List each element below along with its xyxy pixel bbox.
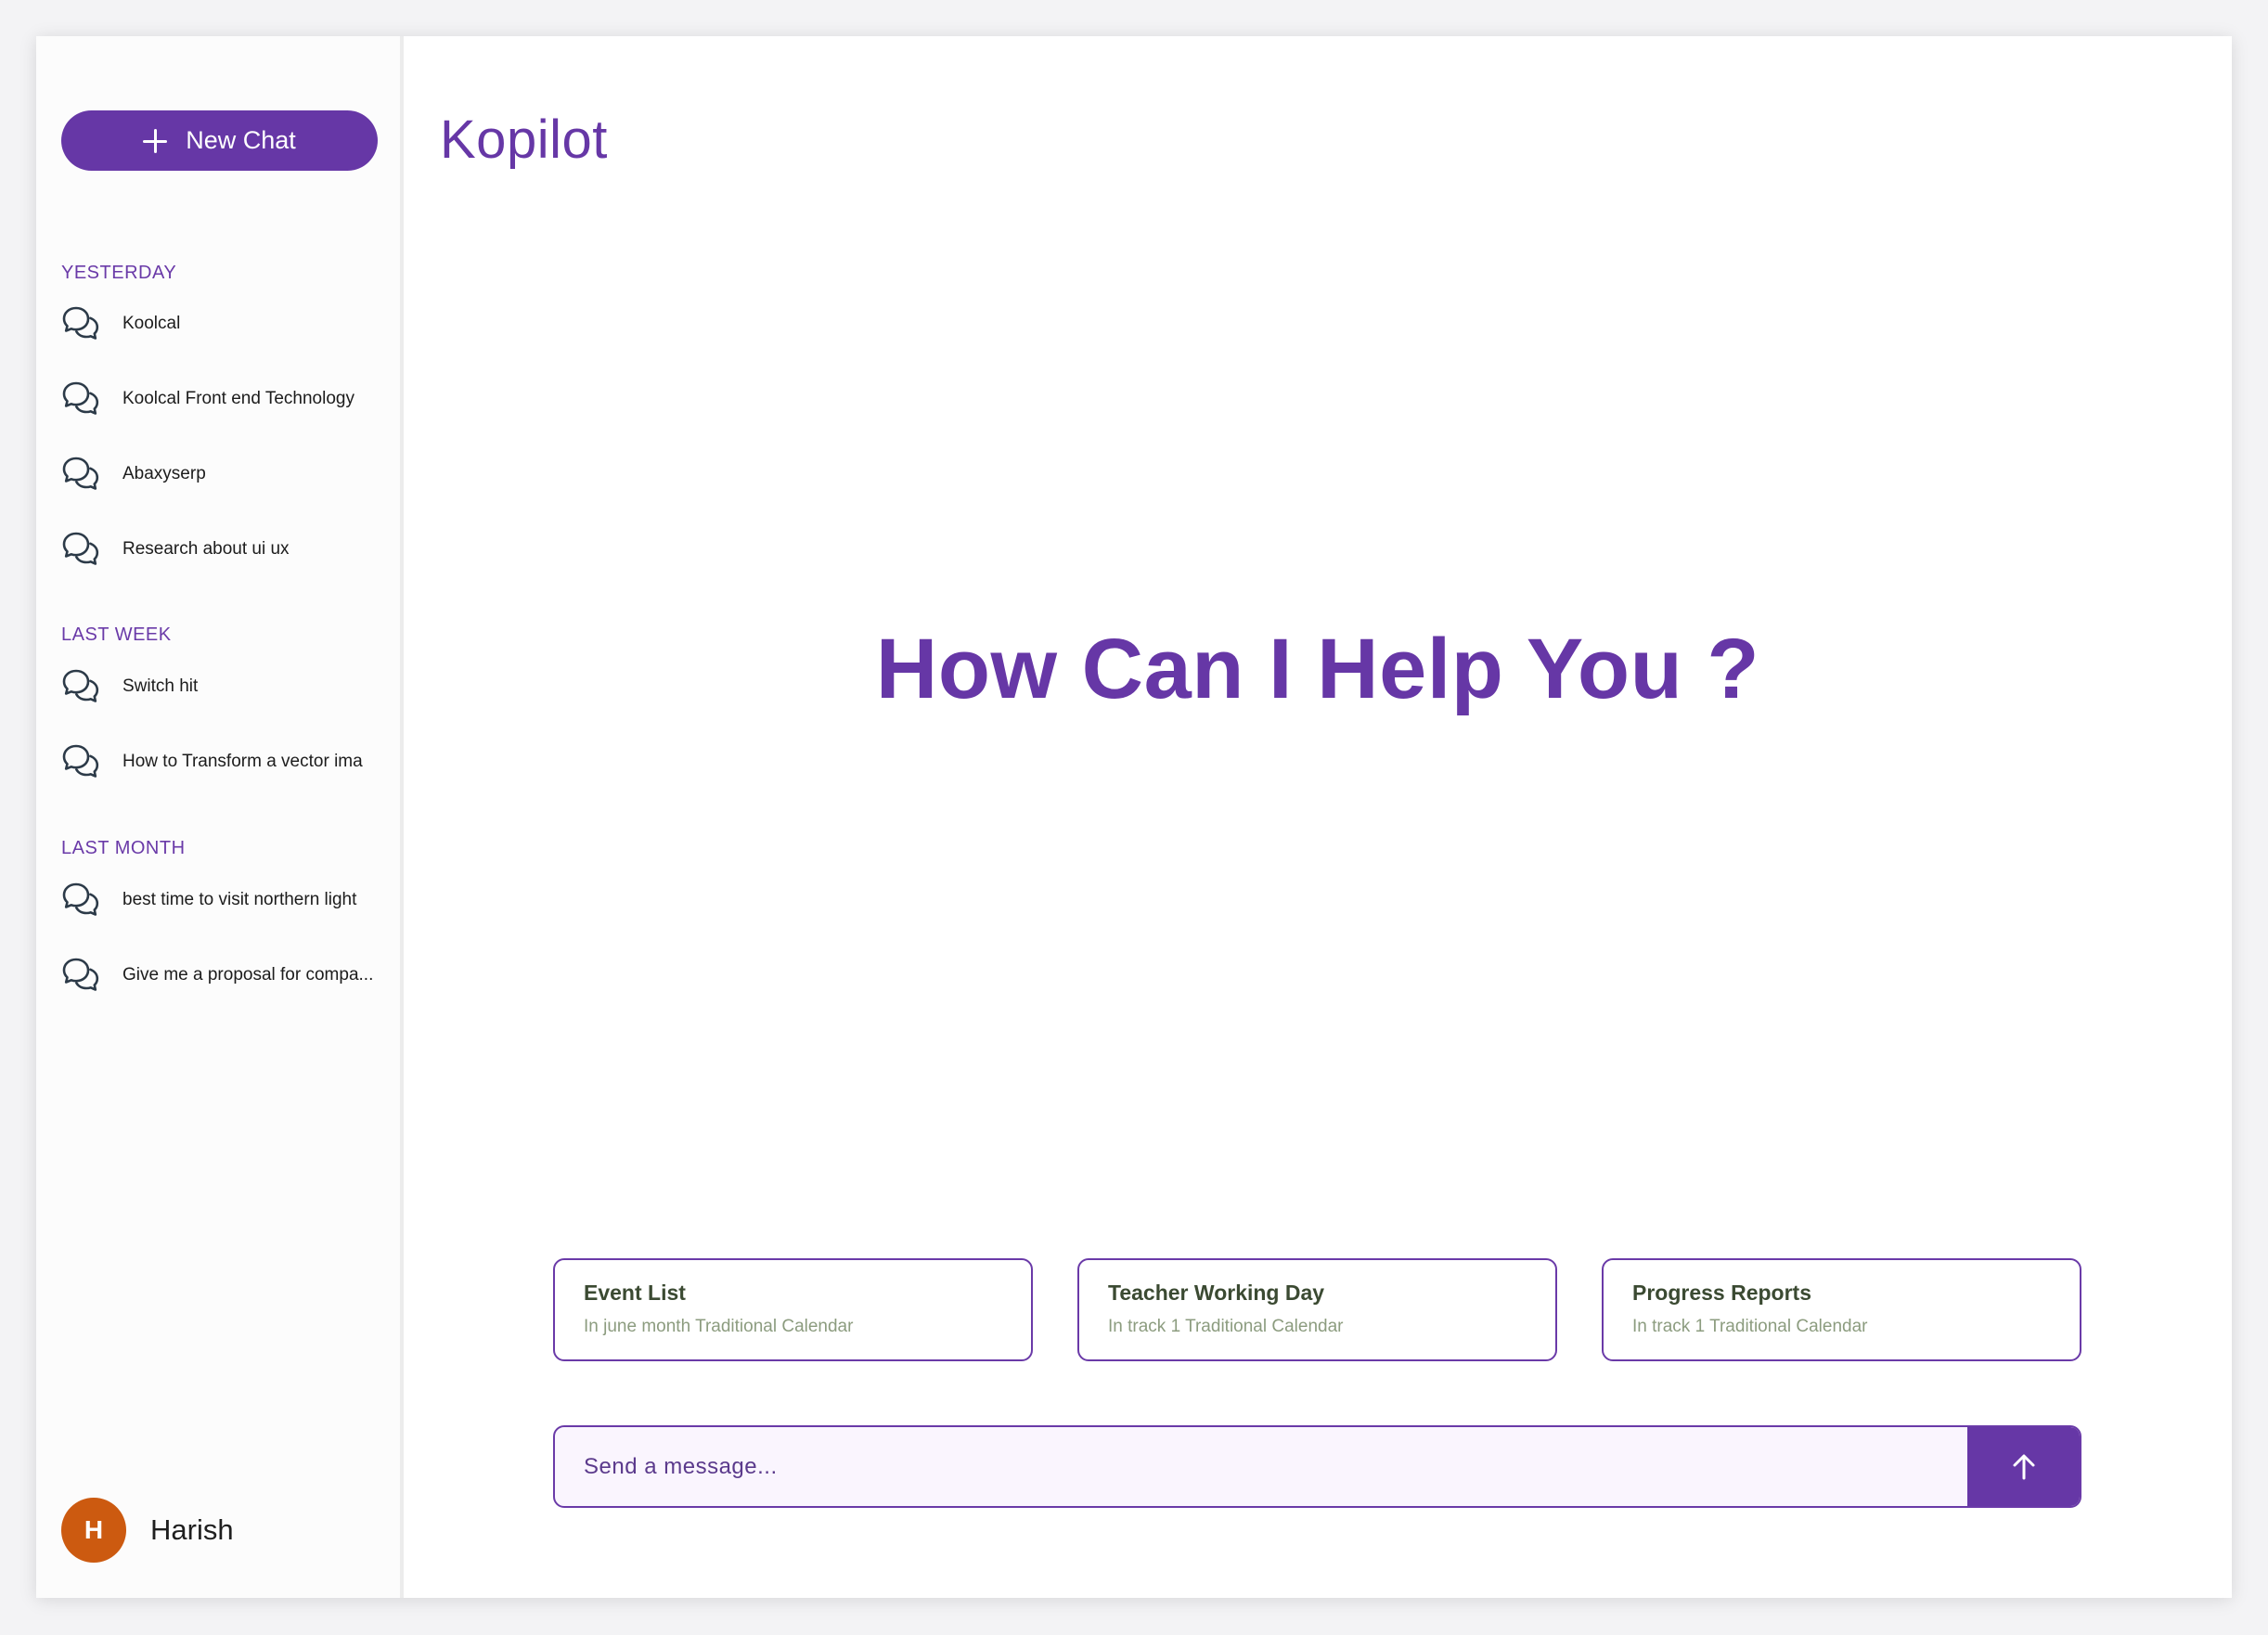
history-item[interactable]: best time to visit northern light (61, 877, 391, 923)
message-composer (553, 1425, 2081, 1508)
section-label-last-month: LAST MONTH (61, 838, 186, 858)
plus-icon (143, 128, 168, 153)
history-item[interactable]: Koolcal (61, 301, 391, 347)
section-label-last-week: LAST WEEK (61, 624, 172, 645)
history-item[interactable]: How to Transform a vector ima (61, 739, 391, 785)
suggestion-title: Teacher Working Day (1108, 1281, 1325, 1305)
hero-heading: How Can I Help You ? (875, 622, 1760, 716)
history-item[interactable]: Abaxyserp (61, 451, 391, 497)
chat-bubbles-icon (62, 532, 99, 565)
history-item-label: Research about ui ux (122, 539, 290, 559)
send-button[interactable] (1967, 1427, 2080, 1506)
history-item-label: How to Transform a vector ima (122, 752, 363, 771)
history-item-label: Koolcal Front end Technology (122, 389, 354, 408)
chat-bubbles-icon (62, 306, 99, 340)
history-item-label: Give me a proposal for compa... (122, 965, 374, 985)
suggestion-cards: Event List In june month Traditional Cal… (553, 1258, 2081, 1361)
message-input[interactable] (555, 1427, 1967, 1506)
suggestion-card-progress-reports[interactable]: Progress Reports In track 1 Traditional … (1602, 1258, 2081, 1361)
arrow-up-icon (2013, 1454, 2034, 1479)
suggestion-title: Event List (584, 1281, 686, 1305)
new-chat-label: New Chat (186, 126, 296, 154)
history-item[interactable]: Koolcal Front end Technology (61, 376, 391, 422)
suggestion-card-event-list[interactable]: Event List In june month Traditional Cal… (553, 1258, 1033, 1361)
suggestion-subtitle: In track 1 Traditional Calendar (1108, 1317, 1344, 1336)
chat-bubbles-icon (62, 882, 99, 916)
history-item[interactable]: Research about ui ux (61, 526, 391, 573)
user-profile[interactable]: H Harish (61, 1498, 234, 1563)
chat-bubbles-icon (62, 669, 99, 702)
section-label-yesterday: YESTERDAY (61, 263, 177, 283)
chat-bubbles-icon (62, 744, 99, 778)
chat-bubbles-icon (62, 457, 99, 490)
suggestion-subtitle: In june month Traditional Calendar (584, 1317, 854, 1336)
app-window: New Chat YESTERDAY Koolcal Koolcal Front… (36, 36, 2232, 1598)
chat-bubbles-icon (62, 958, 99, 991)
chat-bubbles-icon (62, 381, 99, 415)
new-chat-button[interactable]: New Chat (61, 110, 378, 171)
sidebar: New Chat YESTERDAY Koolcal Koolcal Front… (36, 36, 404, 1598)
suggestion-subtitle: In track 1 Traditional Calendar (1632, 1317, 1868, 1336)
history-item-label: Abaxyserp (122, 464, 206, 483)
avatar: H (61, 1498, 126, 1563)
suggestion-title: Progress Reports (1632, 1281, 1812, 1305)
suggestion-card-teacher-working-day[interactable]: Teacher Working Day In track 1 Tradition… (1077, 1258, 1557, 1361)
history-item[interactable]: Switch hit (61, 663, 391, 710)
history-item-label: Switch hit (122, 676, 199, 696)
history-item[interactable]: Give me a proposal for compa... (61, 952, 391, 998)
history-item-label: best time to visit northern light (122, 890, 357, 909)
history-item-label: Koolcal (122, 314, 181, 333)
user-name: Harish (150, 1513, 234, 1546)
app-title: Kopilot (440, 109, 608, 170)
